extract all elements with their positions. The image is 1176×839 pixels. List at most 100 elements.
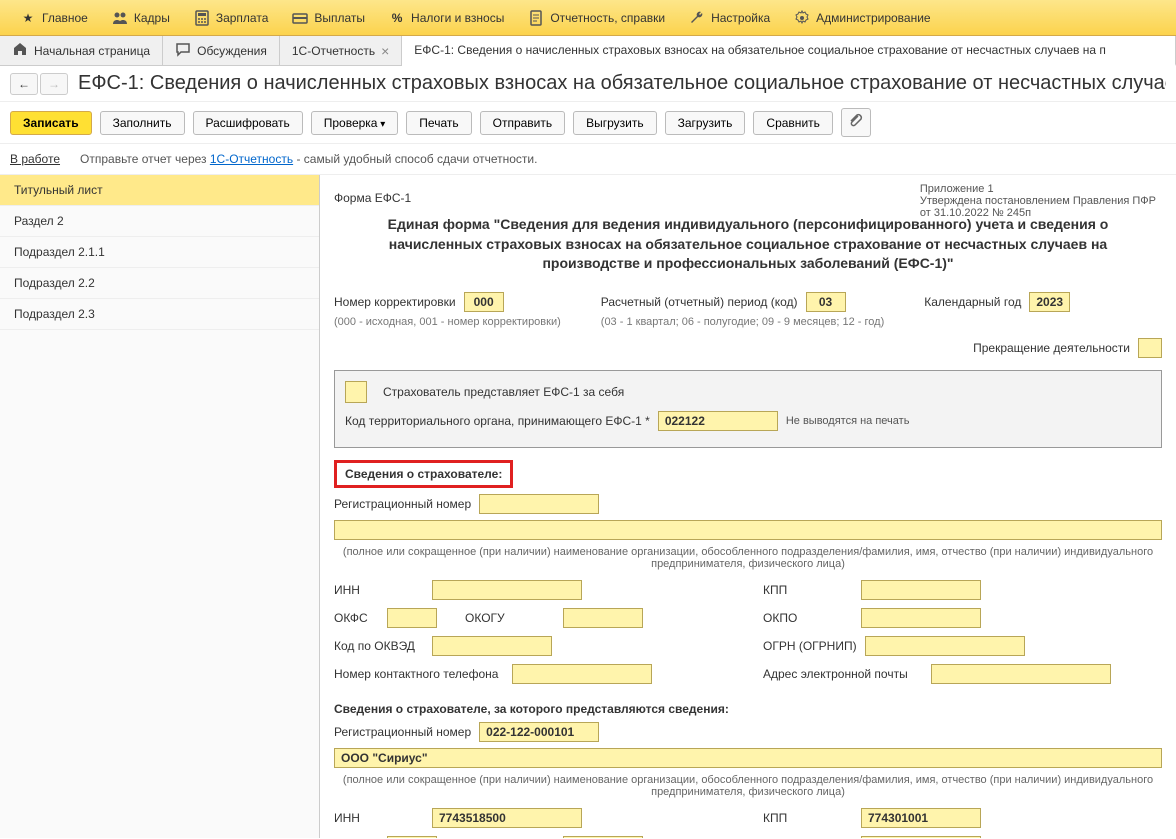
export-button[interactable]: Выгрузить bbox=[573, 111, 657, 135]
reg1-input[interactable] bbox=[479, 494, 599, 514]
sidebar-item-title-page[interactable]: Титульный лист bbox=[0, 175, 319, 206]
period-label: Расчетный (отчетный) период (код) bbox=[601, 295, 798, 309]
menu-payments[interactable]: Выплаты bbox=[280, 0, 377, 35]
gear-icon bbox=[794, 10, 810, 26]
tab-discuss[interactable]: Обсуждения bbox=[163, 36, 280, 65]
ogrn-label: ОГРН (ОГРНИП) bbox=[763, 639, 857, 653]
okfs2-input[interactable] bbox=[387, 836, 437, 838]
section1-title: Сведения о страхователе: bbox=[334, 460, 1162, 488]
inn2-label: ИНН bbox=[334, 811, 424, 825]
menu-label: Настройка bbox=[711, 11, 770, 25]
inn2-input[interactable]: 7743518500 bbox=[432, 808, 582, 828]
menu-admin[interactable]: Администрирование bbox=[782, 0, 942, 35]
org1-input[interactable] bbox=[334, 520, 1162, 540]
close-icon[interactable]: × bbox=[381, 43, 389, 59]
menu-reports[interactable]: Отчетность, справки bbox=[516, 0, 677, 35]
decode-button[interactable]: Расшифровать bbox=[193, 111, 303, 135]
home-icon bbox=[12, 41, 28, 60]
cease-input[interactable] bbox=[1138, 338, 1162, 358]
okogu-label: ОКОГУ bbox=[465, 611, 555, 625]
tabs-bar: Начальная страница Обсуждения 1С-Отчетно… bbox=[0, 36, 1176, 66]
okfs1-input[interactable] bbox=[387, 608, 437, 628]
sidebar-item-subsection211[interactable]: Подраздел 2.1.1 bbox=[0, 237, 319, 268]
nav-back-button[interactable]: ← bbox=[10, 73, 38, 95]
percent-icon: % bbox=[389, 10, 405, 26]
period-hint: (03 - 1 квартал; 06 - полугодие; 09 - 9 … bbox=[601, 316, 884, 328]
okogu2-input[interactable] bbox=[563, 836, 643, 838]
compare-button[interactable]: Сравнить bbox=[753, 111, 832, 135]
sidebar-item-subsection23[interactable]: Подраздел 2.3 bbox=[0, 299, 319, 330]
tab-home[interactable]: Начальная страница bbox=[0, 36, 163, 65]
sidebar-item-subsection22[interactable]: Подраздел 2.2 bbox=[0, 268, 319, 299]
menu-taxes[interactable]: % Налоги и взносы bbox=[377, 0, 516, 35]
save-button[interactable]: Записать bbox=[10, 111, 92, 135]
status-link[interactable]: 1С-Отчетность bbox=[210, 152, 293, 166]
period-input[interactable]: 03 bbox=[806, 292, 846, 312]
corr-input[interactable]: 000 bbox=[464, 292, 504, 312]
phone-label: Номер контактного телефона bbox=[334, 667, 504, 681]
terr-input[interactable]: 022122 bbox=[658, 411, 778, 431]
check-button[interactable]: Проверка bbox=[311, 111, 399, 135]
menu-settings[interactable]: Настройка bbox=[677, 0, 782, 35]
approval-block: Приложение 1 Утверждена постановлением П… bbox=[920, 183, 1156, 219]
okfs-label: ОКФС bbox=[334, 611, 379, 625]
name-hint2: (полное или сокращенное (при наличии) на… bbox=[334, 774, 1162, 798]
reg2-label: Регистрационный номер bbox=[334, 725, 471, 739]
send-button[interactable]: Отправить bbox=[480, 111, 566, 135]
terr-label: Код территориального органа, принимающег… bbox=[345, 414, 650, 428]
org2-input[interactable]: ООО "Сириус" bbox=[334, 748, 1162, 768]
nav-forward-button[interactable]: → bbox=[40, 73, 68, 95]
status-label[interactable]: В работе bbox=[10, 152, 60, 166]
menu-label: Кадры bbox=[134, 11, 170, 25]
okved-label: Код по ОКВЭД bbox=[334, 639, 424, 653]
toolbar: Записать Заполнить Расшифровать Проверка… bbox=[0, 102, 1176, 144]
sections-sidebar: Титульный лист Раздел 2 Подраздел 2.1.1 … bbox=[0, 175, 320, 838]
menu-main[interactable]: ★ Главное bbox=[8, 0, 100, 35]
inn1-input[interactable] bbox=[432, 580, 582, 600]
kpp1-input[interactable] bbox=[861, 580, 981, 600]
tab-efs1[interactable]: ЕФС-1: Сведения о начисленных страховых … bbox=[402, 36, 1176, 66]
year-input[interactable]: 2023 bbox=[1029, 292, 1070, 312]
okogu1-input[interactable] bbox=[563, 608, 643, 628]
menu-label: Зарплата bbox=[216, 11, 269, 25]
main-area: Титульный лист Раздел 2 Подраздел 2.1.1 … bbox=[0, 175, 1176, 838]
attach-button[interactable] bbox=[841, 108, 871, 137]
tab-label: ЕФС-1: Сведения о начисленных страховых … bbox=[414, 43, 1106, 57]
page-title: ЕФС-1: Сведения о начисленных страховых … bbox=[78, 72, 1166, 95]
calc-icon bbox=[194, 10, 210, 26]
menu-label: Администрирование bbox=[816, 11, 930, 25]
reg2-input[interactable]: 022-122-000101 bbox=[479, 722, 599, 742]
sidebar-item-section2[interactable]: Раздел 2 bbox=[0, 206, 319, 237]
tab-1c-report[interactable]: 1С-Отчетность × bbox=[280, 36, 402, 65]
form-content: Приложение 1 Утверждена постановлением П… bbox=[320, 175, 1176, 838]
corr-hint: (000 - исходная, 001 - номер корректиров… bbox=[334, 316, 561, 328]
print-button[interactable]: Печать bbox=[406, 111, 471, 135]
doc-icon bbox=[528, 10, 544, 26]
nav-row: ← → ЕФС-1: Сведения о начисленных страхо… bbox=[0, 66, 1176, 102]
kpp2-input[interactable]: 774301001 bbox=[861, 808, 981, 828]
menu-salary[interactable]: Зарплата bbox=[182, 0, 281, 35]
nav-arrows: ← → bbox=[10, 73, 68, 95]
phone1-input[interactable] bbox=[512, 664, 652, 684]
reg-label: Регистрационный номер bbox=[334, 497, 471, 511]
period-row: Номер корректировки 000 (000 - исходная,… bbox=[334, 292, 1162, 328]
cease-label: Прекращение деятельности bbox=[973, 341, 1130, 355]
people-icon bbox=[112, 10, 128, 26]
fill-button[interactable]: Заполнить bbox=[100, 111, 185, 135]
ogrn1-input[interactable] bbox=[865, 636, 1025, 656]
okved1-input[interactable] bbox=[432, 636, 552, 656]
tab-label: Обсуждения bbox=[197, 44, 267, 58]
okpo1-input[interactable] bbox=[861, 608, 981, 628]
menu-personnel[interactable]: Кадры bbox=[100, 0, 182, 35]
wallet-icon bbox=[292, 10, 308, 26]
chat-icon bbox=[175, 41, 191, 60]
status-line: В работе Отправьте отчет через 1С-Отчетн… bbox=[0, 144, 1176, 175]
menu-label: Выплаты bbox=[314, 11, 365, 25]
okpo2-input[interactable]: 09808117 bbox=[861, 836, 981, 838]
star-icon: ★ bbox=[20, 10, 36, 26]
self-checkbox[interactable] bbox=[345, 381, 367, 403]
kpp2-label: КПП bbox=[763, 811, 853, 825]
email1-input[interactable] bbox=[931, 664, 1111, 684]
menu-label: Отчетность, справки bbox=[550, 11, 665, 25]
import-button[interactable]: Загрузить bbox=[665, 111, 746, 135]
